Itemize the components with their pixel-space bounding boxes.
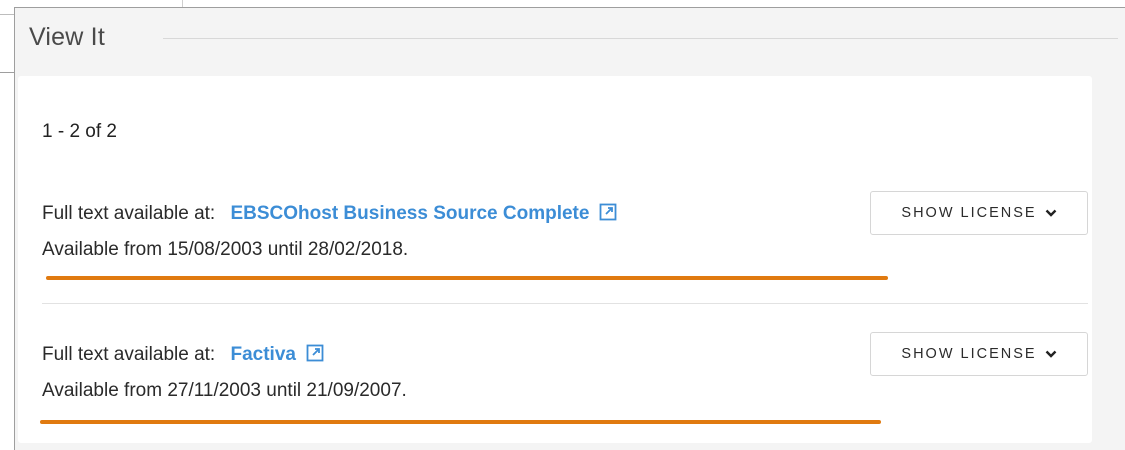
full-text-line: Full text available at: Factiva [42, 344, 324, 366]
full-text-label: Full text available at: [42, 203, 216, 224]
chevron-down-icon[interactable] [1045, 349, 1057, 359]
panel-header: View It [15, 8, 1125, 68]
availability-text: Available from 27/11/2003 until 21/09/20… [42, 380, 407, 401]
full-text-label: Full text available at: [42, 344, 216, 365]
source-link-text[interactable]: EBSCOhost Business Source Complete [230, 203, 589, 224]
panel-title: View It [29, 23, 105, 51]
show-license-button[interactable]: SHOW LICENSE [870, 332, 1088, 376]
external-link-icon[interactable] [599, 203, 617, 221]
view-it-screen: View It 1 - 2 of 2 Full text available a… [0, 0, 1125, 450]
background-divider-left [0, 72, 14, 73]
source-link-text[interactable]: Factiva [230, 344, 295, 365]
row-divider [42, 303, 1088, 304]
highlight-underline [40, 420, 881, 424]
full-text-line: Full text available at: EBSCOhost Busine… [42, 203, 617, 225]
result-count: 1 - 2 of 2 [42, 121, 117, 142]
source-link-factiva[interactable]: Factiva [230, 344, 324, 365]
external-link-icon[interactable] [306, 344, 324, 362]
show-license-button[interactable]: SHOW LICENSE [870, 191, 1088, 235]
show-license-label[interactable]: SHOW LICENSE [901, 346, 1036, 362]
source-link-ebscohost[interactable]: EBSCOhost Business Source Complete [230, 203, 617, 224]
show-license-label[interactable]: SHOW LICENSE [901, 205, 1036, 221]
chevron-down-icon[interactable] [1045, 208, 1057, 218]
availability-text: Available from 15/08/2003 until 28/02/20… [42, 239, 409, 260]
highlight-underline [46, 276, 888, 280]
title-rule [163, 38, 1118, 39]
